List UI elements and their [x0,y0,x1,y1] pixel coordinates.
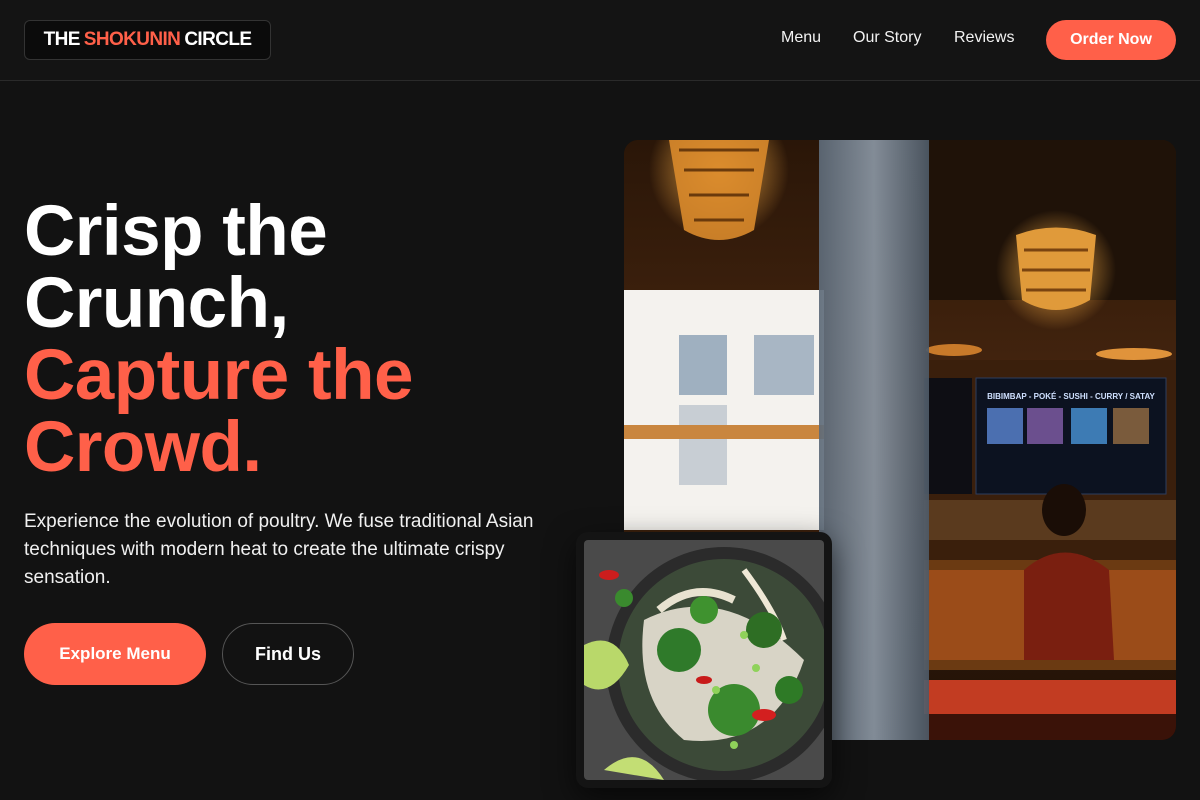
brand-prefix: THE [43,29,81,50]
headline-line-2: Crunch, [24,264,289,343]
nav-our-story-link[interactable]: Our Story [853,29,921,47]
noodle-bowl-illustration [584,540,824,780]
explore-menu-button[interactable]: Explore Menu [24,623,206,685]
headline-line-1: Crisp the [24,192,328,271]
find-us-button[interactable]: Find Us [222,623,354,685]
menu-board-title: BIBIMBAP - POKÉ - SUSHI - CURRY / SATAY [987,392,1155,401]
nav-reviews-link[interactable]: Reviews [954,29,1014,47]
headline-line-3: Capture the [24,336,414,415]
brand-suffix: CIRCLE [184,29,252,50]
nav-menu-link[interactable]: Menu [781,29,821,47]
brand-logo[interactable]: THE SHOKUNIN CIRCLE [24,20,271,60]
headline-line-4: Crowd. [24,408,262,487]
top-navbar: THE SHOKUNIN CIRCLE Menu Our Story Revie… [0,0,1200,81]
hero-subtext: Experience the evolution of poultry. We … [24,511,534,588]
brand-accent: SHOKUNIN [83,29,181,50]
hero-headline: Crisp the Crunch, Capture the Crowd. [24,192,414,487]
order-now-button[interactable]: Order Now [1046,20,1176,60]
noodle-bowl-photo [576,532,832,788]
